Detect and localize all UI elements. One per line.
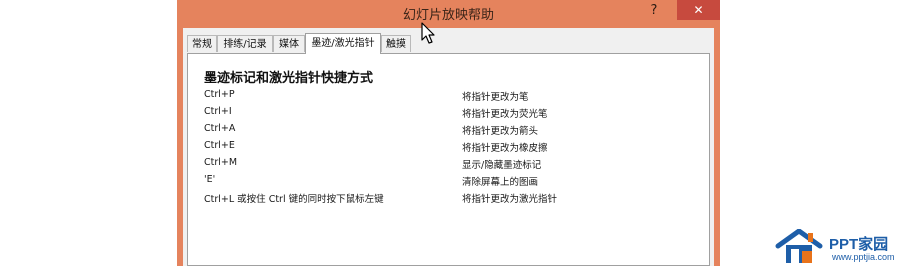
close-button[interactable]: ✕: [677, 0, 720, 20]
house-logo-icon: [775, 229, 823, 263]
tab-general[interactable]: 常规: [187, 35, 217, 52]
dialog-client-area: 常规 排练/记录 媒体 墨迹/激光指针 触摸 墨迹标记和激光指针快捷方式 Ctr…: [183, 28, 714, 266]
tab-panel: 墨迹标记和激光指针快捷方式 Ctrl+P 将指针更改为笔 Ctrl+I 将指针更…: [187, 53, 710, 266]
shortcut-row: 'E' 清除屏幕上的图画: [188, 174, 709, 190]
brand-url: www.pptjia.com: [832, 252, 895, 262]
shortcut-description: 将指针更改为荧光笔: [462, 109, 548, 120]
shortcut-key: 'E': [204, 174, 216, 185]
shortcut-row: Ctrl+L 或按住 Ctrl 键的同时按下鼠标左键 将指针更改为激光指针: [188, 191, 709, 207]
shortcut-key: Ctrl+A: [204, 123, 236, 134]
brand-name: PPT家园: [829, 236, 889, 253]
window-title: 幻灯片放映帮助: [402, 8, 494, 23]
shortcut-key: Ctrl+M: [204, 157, 238, 168]
shortcut-row: Ctrl+A 将指针更改为箭头: [188, 123, 709, 139]
shortcut-row: Ctrl+I 将指针更改为荧光笔: [188, 106, 709, 122]
shortcut-description: 显示/隐藏墨迹标记: [462, 160, 542, 171]
mouse-cursor-icon: [421, 22, 435, 44]
shortcut-key: Ctrl+P: [204, 89, 235, 100]
shortcut-row: Ctrl+P 将指针更改为笔: [188, 89, 709, 105]
tab-ink-laser-pointer[interactable]: 墨迹/激光指针: [305, 33, 381, 54]
shortcut-key: Ctrl+L 或按住 Ctrl 键的同时按下鼠标左键: [204, 194, 384, 205]
tab-media[interactable]: 媒体: [273, 35, 305, 52]
shortcut-key: Ctrl+E: [204, 140, 235, 151]
help-button[interactable]: ?: [643, 1, 665, 21]
tab-touch[interactable]: 触摸: [381, 35, 411, 52]
shortcut-key: Ctrl+I: [204, 106, 232, 117]
panel-heading: 墨迹标记和激光指针快捷方式: [204, 71, 374, 86]
tab-rehearse-record[interactable]: 排练/记录: [217, 35, 273, 52]
title-bar[interactable]: 幻灯片放映帮助 ? ✕: [177, 0, 720, 28]
shortcut-description: 将指针更改为箭头: [462, 126, 539, 137]
shortcut-row: Ctrl+E 将指针更改为橡皮擦: [188, 140, 709, 156]
shortcut-description: 将指针更改为激光指针: [462, 194, 558, 205]
help-dialog: 幻灯片放映帮助 ? ✕ 常规 排练/记录 媒体 墨迹/激光指针 触摸 墨迹标记和…: [177, 0, 720, 266]
shortcut-description: 将指针更改为笔: [462, 92, 529, 103]
shortcut-description: 将指针更改为橡皮擦: [462, 143, 548, 154]
shortcut-description: 清除屏幕上的图画: [462, 177, 539, 188]
shortcut-row: Ctrl+M 显示/隐藏墨迹标记: [188, 157, 709, 173]
